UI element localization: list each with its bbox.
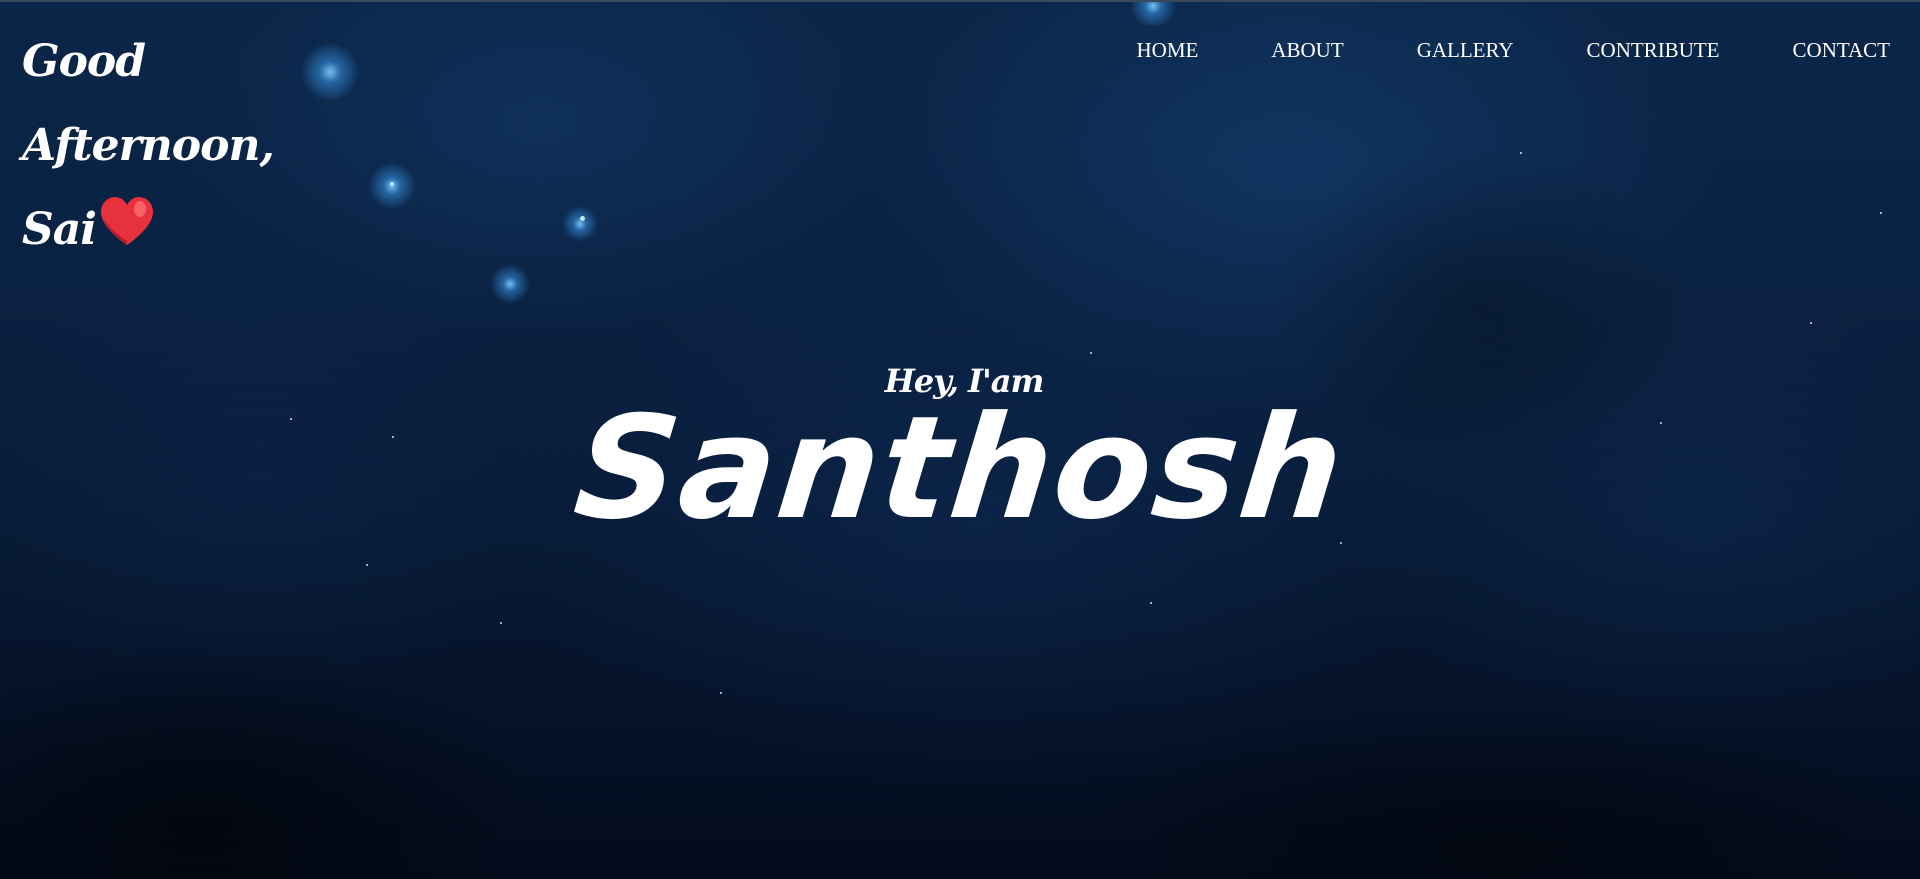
star	[1810, 322, 1812, 324]
nav-home[interactable]: HOME	[1137, 38, 1199, 63]
star-glow	[562, 206, 598, 242]
star	[580, 216, 585, 221]
intro-name: Santhosh	[567, 386, 1353, 551]
nav-contact[interactable]: CONTACT	[1793, 38, 1890, 63]
star-glow	[1128, 2, 1178, 26]
greeting-line2: Sai	[22, 188, 362, 275]
star	[1880, 212, 1882, 214]
star	[366, 564, 368, 566]
intro-block: Hey, I'am Santhosh	[0, 362, 1920, 551]
star	[500, 622, 502, 624]
heart-icon	[98, 191, 156, 275]
star	[1150, 602, 1152, 604]
main-nav: HOME ABOUT GALLERY CONTRIBUTE CONTACT	[1137, 38, 1891, 63]
nav-contribute[interactable]: CONTRIBUTE	[1587, 38, 1720, 63]
greeting-line1: Good Afternoon,	[22, 36, 275, 171]
nav-about[interactable]: ABOUT	[1271, 38, 1343, 63]
nav-gallery[interactable]: GALLERY	[1417, 38, 1514, 63]
greeting-user-name: Sai	[22, 204, 97, 255]
star	[1520, 152, 1522, 154]
greeting-text: Good Afternoon, Sai	[22, 20, 362, 275]
star	[390, 182, 394, 186]
star	[720, 692, 722, 694]
star	[1090, 352, 1092, 354]
hero-section: Good Afternoon, Sai HOME ABOUT GALLERY C…	[0, 0, 1920, 879]
star-glow	[490, 264, 530, 304]
star-glow	[368, 162, 416, 210]
